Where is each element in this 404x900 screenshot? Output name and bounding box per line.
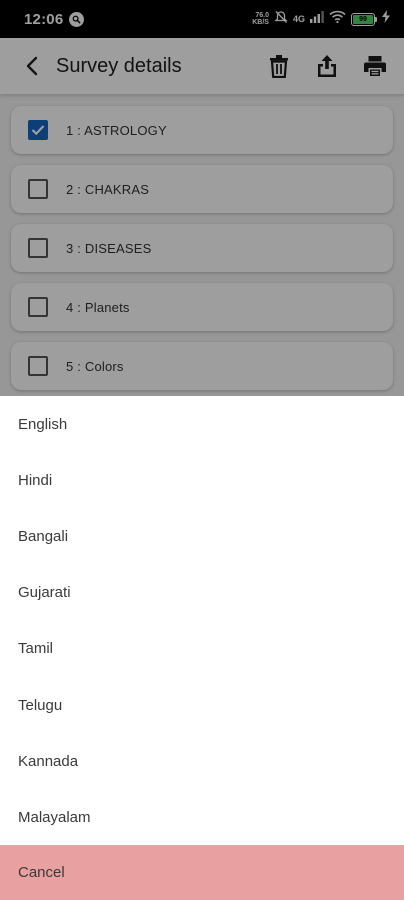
language-option-tamil[interactable]: Tamil xyxy=(0,621,404,677)
language-option-english[interactable]: English xyxy=(0,396,404,452)
language-option-hindi[interactable]: Hindi xyxy=(0,452,404,508)
language-option-telugu[interactable]: Telugu xyxy=(0,677,404,733)
language-sheet: English Hindi Bangali Gujarati Tamil Tel… xyxy=(0,396,404,900)
language-option-malayalam[interactable]: Malayalam xyxy=(0,789,404,845)
language-option-gujarati[interactable]: Gujarati xyxy=(0,565,404,621)
modal-scrim[interactable] xyxy=(0,0,404,396)
language-option-kannada[interactable]: Kannada xyxy=(0,733,404,789)
language-option-bangali[interactable]: Bangali xyxy=(0,508,404,564)
cancel-button[interactable]: Cancel xyxy=(0,845,404,900)
